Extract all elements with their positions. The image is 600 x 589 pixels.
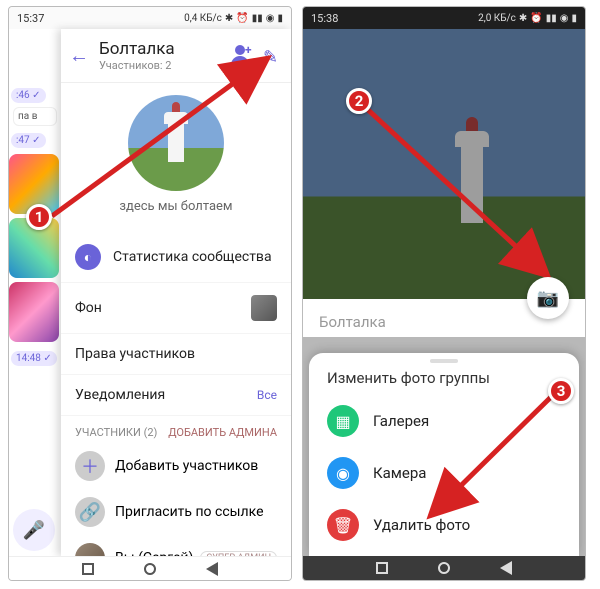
- stats-icon: ◐: [75, 244, 101, 270]
- status-icons: 0,4 КБ/с ✱ ⏰ ▮▮ ◉ ▮: [184, 13, 283, 24]
- row-label: Уведомления: [75, 387, 165, 403]
- nav-recent-button[interactable]: [376, 562, 388, 574]
- group-info-header: ← Болталка Участников: 2 + ✎: [61, 29, 291, 83]
- android-navbar: [303, 556, 585, 580]
- msg-time: :47 ✓: [11, 133, 46, 148]
- notifications-value: Все: [257, 388, 277, 402]
- sheet-option-delete[interactable]: 🗑 Удалить фото: [309, 499, 579, 551]
- group-photo-full[interactable]: [303, 29, 585, 299]
- option-label: Галерея: [373, 412, 429, 430]
- status-bar: 15:38 2,0 КБ/с ✱ ⏰ ▮▮ ◉ ▮: [303, 7, 585, 29]
- tower-icon: [461, 145, 483, 223]
- row-label: Статистика сообщества: [113, 249, 272, 265]
- camera-icon: ◉: [327, 457, 359, 489]
- signal-icon: ▮▮: [546, 13, 557, 24]
- sticker-icon: [9, 282, 59, 342]
- phone-right-screen: 15:38 2,0 КБ/с ✱ ⏰ ▮▮ ◉ ▮ 📷 Болталка Изм…: [302, 6, 586, 581]
- row-label: Фон: [75, 300, 102, 316]
- status-time: 15:37: [17, 12, 44, 25]
- change-photo-fab[interactable]: 📷: [527, 277, 569, 319]
- annotation-badge-3: 3: [548, 378, 574, 404]
- row-member-rights[interactable]: Права участников: [61, 334, 291, 375]
- phone-left-screen: 15:37 0,4 КБ/с ✱ ⏰ ▮▮ ◉ ▮ :46 ✓ па в :47…: [8, 6, 292, 581]
- signal-icon: ▮▮: [252, 13, 263, 24]
- nav-home-button[interactable]: [438, 562, 450, 574]
- wifi-icon: ◉: [560, 13, 569, 24]
- plus-icon: +: [245, 43, 252, 57]
- nav-recent-button[interactable]: [82, 563, 94, 575]
- nav-home-button[interactable]: [144, 563, 156, 575]
- group-title: Болталка: [99, 39, 227, 59]
- option-label: Удалить фото: [373, 516, 470, 534]
- group-caption: здесь мы болтаем: [61, 199, 291, 214]
- members-section-header: УЧАСТНИКИ (2) ДОБАВИТЬ АДМИНА: [61, 416, 291, 443]
- option-label: Камера: [373, 464, 426, 482]
- group-info-panel: ← Болталка Участников: 2 + ✎ здесь мы бо…: [61, 29, 291, 556]
- plus-icon: ＋: [75, 451, 105, 481]
- background-thumb-icon: [251, 295, 277, 321]
- status-icons: 2,0 КБ/с ✱ ⏰ ▮▮ ◉ ▮: [478, 13, 577, 24]
- pencil-icon: ✎: [263, 47, 278, 68]
- battery-icon: ▮: [571, 13, 577, 24]
- battery-icon: ▮: [277, 13, 283, 24]
- header-title-block: Болталка Участников: 2: [99, 39, 227, 72]
- link-icon: 🔗: [75, 497, 105, 527]
- row-add-members[interactable]: ＋ Добавить участников: [61, 443, 291, 489]
- edit-button[interactable]: ✎: [263, 47, 281, 65]
- sheet-handle[interactable]: [430, 359, 458, 363]
- group-subtitle: Участников: 2: [99, 59, 227, 72]
- android-navbar: [9, 556, 291, 580]
- camera-icon: 📷: [537, 288, 559, 309]
- row-label: Права участников: [75, 346, 195, 362]
- gallery-icon: ▦: [327, 405, 359, 437]
- mic-button[interactable]: 🎤: [13, 509, 55, 551]
- status-speed: 0,4 КБ/с: [184, 13, 222, 24]
- members-count-label: УЧАСТНИКИ (2): [75, 426, 157, 439]
- sheet-option-gallery[interactable]: ▦ Галерея: [309, 395, 579, 447]
- change-photo-sheet: Изменить фото группы ▦ Галерея ◉ Камера …: [309, 353, 579, 556]
- group-name-text: Болталка: [319, 313, 386, 331]
- back-button[interactable]: ←: [67, 44, 91, 68]
- nav-back-button[interactable]: [500, 561, 512, 575]
- status-time: 15:38: [311, 12, 338, 25]
- row-community-stats[interactable]: ◐ Статистика сообщества: [61, 232, 291, 283]
- group-photo[interactable]: [128, 95, 224, 191]
- row-label: Пригласить по ссылке: [115, 504, 264, 520]
- add-admin-link[interactable]: ДОБАВИТЬ АДМИНА: [168, 426, 277, 439]
- annotation-badge-2: 2: [346, 88, 372, 114]
- mic-icon: 🎤: [23, 520, 45, 541]
- chat-strip: :46 ✓ па в :47 ✓ 14:48 ✓ 🎤: [9, 83, 61, 563]
- bluetooth-icon: ✱: [225, 13, 233, 24]
- sheet-title: Изменить фото группы: [309, 365, 579, 395]
- row-notifications[interactable]: Уведомления Все: [61, 375, 291, 416]
- status-speed: 2,0 КБ/с: [478, 13, 516, 24]
- bluetooth-icon: ✱: [519, 13, 527, 24]
- row-background[interactable]: Фон: [61, 283, 291, 334]
- add-member-button[interactable]: +: [227, 43, 253, 69]
- annotation-badge-1: 1: [26, 204, 52, 230]
- trash-icon: 🗑: [327, 509, 359, 541]
- row-invite-link[interactable]: 🔗 Пригласить по ссылке: [61, 489, 291, 535]
- alarm-icon: ⏰: [530, 13, 542, 24]
- alarm-icon: ⏰: [236, 13, 248, 24]
- msg-time: 14:48 ✓: [11, 351, 57, 366]
- msg-time: :46 ✓: [11, 88, 46, 103]
- avatar: [75, 543, 105, 556]
- row-label: Добавить участников: [115, 458, 258, 474]
- tower-icon: [168, 122, 184, 162]
- status-bar: 15:37 0,4 КБ/с ✱ ⏰ ▮▮ ◉ ▮: [9, 7, 291, 29]
- wifi-icon: ◉: [266, 13, 275, 24]
- nav-back-button[interactable]: [206, 562, 218, 576]
- row-member-you[interactable]: Вы (Сергей) СУПЕР-АДМИН: [61, 535, 291, 556]
- msg-snippet: па в: [13, 107, 57, 126]
- sheet-option-camera[interactable]: ◉ Камера: [309, 447, 579, 499]
